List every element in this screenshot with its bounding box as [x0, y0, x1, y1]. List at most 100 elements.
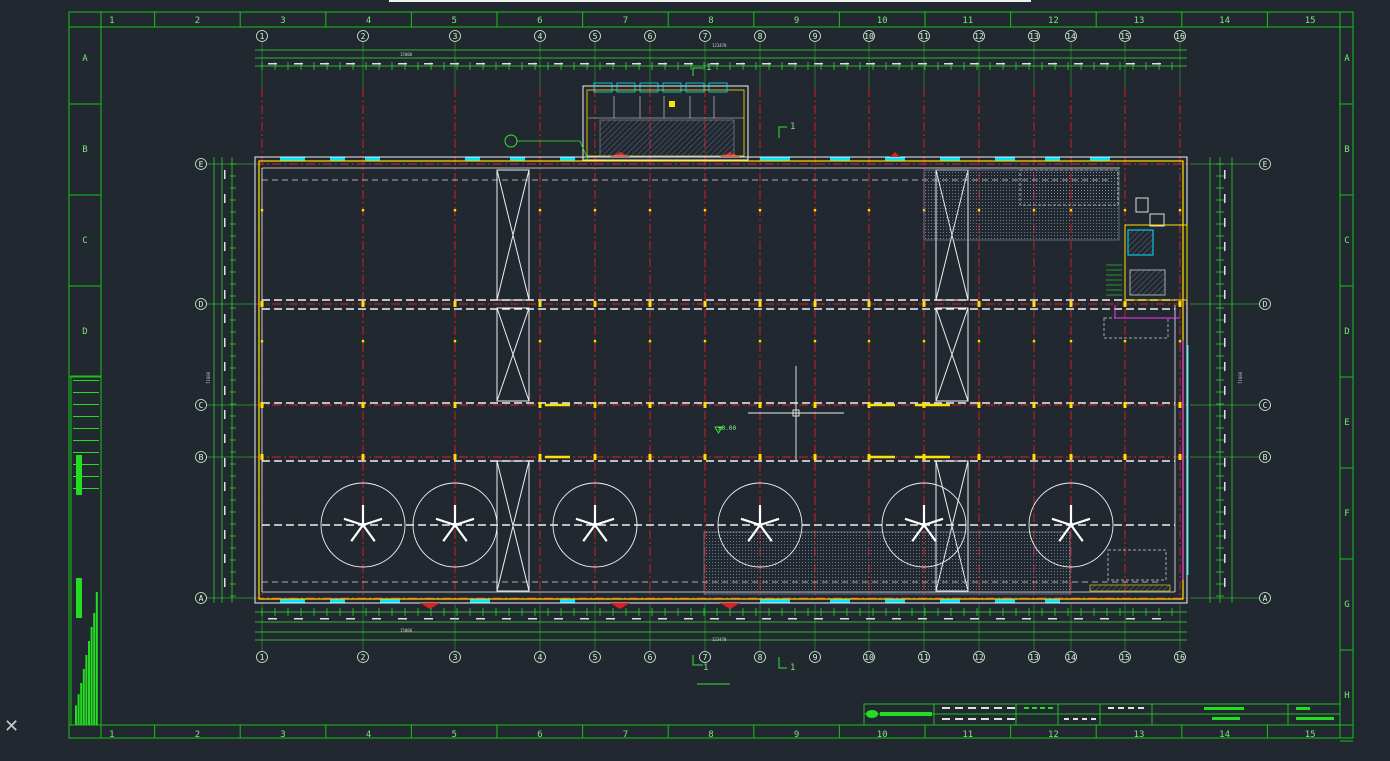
svg-text:A: A [199, 594, 204, 603]
section-mark-label-bottom-right: 1 [790, 663, 795, 673]
frame-row-label: H [1344, 691, 1349, 701]
axis-bubble: D [195, 298, 207, 310]
axis-bubble: 2 [357, 651, 369, 663]
axis-bubble: E [195, 158, 207, 170]
svg-text:12: 12 [974, 32, 984, 41]
frame-column-label: 14 [1219, 730, 1230, 740]
svg-text:B: B [1263, 453, 1268, 462]
elevation-tag: ±0.00 [714, 425, 736, 434]
section-mark-label-top: 1 [790, 122, 795, 132]
svg-text:9: 9 [813, 653, 818, 662]
crosshair-cursor-icon [748, 366, 844, 460]
svg-text:5: 5 [593, 653, 598, 662]
hatched-zones [703, 169, 1171, 595]
frame-column-label: 8 [708, 16, 713, 26]
frame-row-label: B [82, 145, 87, 155]
svg-text:C: C [199, 401, 204, 410]
axis-bubble: 16 [1174, 651, 1186, 663]
frame-row-label: F [1344, 509, 1349, 519]
axis-bubble: 12 [973, 30, 985, 42]
axis-bubble: 5 [589, 30, 601, 42]
frame-column-label: 13 [1134, 16, 1145, 26]
frame-row-label: E [1344, 418, 1349, 428]
frame-row-label: C [1344, 236, 1349, 246]
frame-column-label: 8 [708, 730, 713, 740]
svg-text:14: 14 [1066, 32, 1076, 41]
frame-column-label: 6 [537, 730, 542, 740]
axis-bubble: 10 [863, 651, 875, 663]
svg-text:13: 13 [1029, 653, 1039, 662]
axis-bubble: 3 [449, 30, 461, 42]
frame-column-label: 2 [195, 730, 200, 740]
svg-text:C: C [1263, 401, 1268, 410]
axis-bubble: 10 [863, 30, 875, 42]
svg-text:10: 10 [864, 653, 874, 662]
frame-row-label: B [1344, 145, 1349, 155]
sub-dim-bottom: 15000 [400, 628, 413, 633]
axis-bubble: D [1259, 298, 1271, 310]
axis-bubble: A [1259, 592, 1271, 604]
axis-bubble: C [1259, 399, 1271, 411]
title-block [863, 703, 1341, 726]
axis-bubble: A [195, 592, 207, 604]
svg-text:14: 14 [1066, 653, 1076, 662]
axis-bubble: 12 [973, 651, 985, 663]
frame-column-label: 10 [877, 16, 888, 26]
frame-row-label: D [1344, 327, 1349, 337]
ucs-axis-icon: ✕ [4, 716, 20, 737]
right-dim: 71000 [1238, 371, 1243, 384]
axis-bubble: 15 [1119, 651, 1131, 663]
frame-column-label: 7 [623, 16, 628, 26]
frame-column-label: 3 [280, 730, 285, 740]
section-mark-label-top-mid: 1 [706, 63, 711, 73]
frame-column-label: 2 [195, 16, 200, 26]
axis-bubble: 6 [644, 30, 656, 42]
frame-row-label: D [82, 327, 87, 337]
svg-text:16: 16 [1175, 32, 1185, 41]
cad-drawing-canvas[interactable]: 1122334455667788991010111112121313141415… [0, 0, 1390, 761]
frame-column-label: 5 [451, 16, 456, 26]
left-dim: 71000 [206, 371, 211, 384]
revision-block [70, 375, 102, 726]
svg-text:6: 6 [648, 653, 653, 662]
svg-text:3: 3 [453, 32, 458, 41]
grid-lines-vertical [261, 88, 1181, 600]
frame-column-label: 6 [537, 16, 542, 26]
svg-text:2: 2 [361, 653, 366, 662]
axis-bubble: 4 [534, 30, 546, 42]
svg-text:7: 7 [703, 653, 708, 662]
shaft-openings [496, 169, 969, 592]
frame-row-label: A [82, 54, 88, 64]
frame-column-label: 12 [1048, 730, 1059, 740]
axis-bubble: 9 [809, 30, 821, 42]
svg-text:11: 11 [919, 653, 929, 662]
sub-dim-top: 15000 [400, 52, 413, 57]
axis-bubble: 3 [449, 651, 461, 663]
axis-bubble: 16 [1174, 30, 1186, 42]
axis-bubble: 1 [256, 651, 268, 663]
svg-text:15: 15 [1120, 32, 1130, 41]
frame-column-label: 4 [366, 730, 371, 740]
svg-text:12: 12 [974, 653, 984, 662]
axis-bubble: 9 [809, 651, 821, 663]
axis-bubble: B [1259, 451, 1271, 463]
axis-bubble: C [195, 399, 207, 411]
frame-column-label: 1 [109, 16, 114, 26]
svg-text:7: 7 [703, 32, 708, 41]
section-mark-label-bottom-left: 1 [703, 663, 708, 673]
frame-column-label: 9 [794, 730, 799, 740]
frame-column-label: 11 [962, 16, 973, 26]
svg-text:6: 6 [648, 32, 653, 41]
axis-bubble: 7 [699, 651, 711, 663]
svg-text:9: 9 [813, 32, 818, 41]
svg-text:A: A [1263, 594, 1268, 603]
axis-bubble: 13 [1028, 30, 1040, 42]
svg-text:1: 1 [260, 32, 265, 41]
frame-column-label: 5 [451, 730, 456, 740]
svg-text:8: 8 [758, 32, 763, 41]
axis-bubble: 6 [644, 651, 656, 663]
axis-bubble: E [1259, 158, 1271, 170]
frame-column-label: 12 [1048, 16, 1059, 26]
svg-text:16: 16 [1175, 653, 1185, 662]
svg-text:D: D [199, 300, 204, 309]
